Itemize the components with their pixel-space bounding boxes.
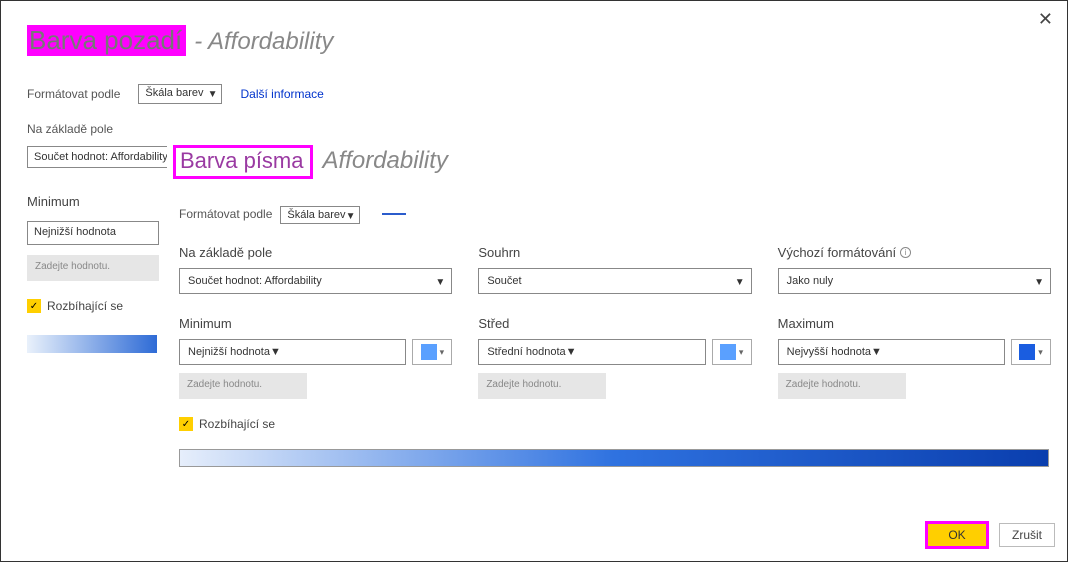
diverging-checkbox-front[interactable]: ✓ [179,417,193,431]
chevron-down-icon: ▼ [435,277,445,288]
center-label: Střed [478,316,751,331]
gradient-preview-front [179,449,1049,467]
chevron-down-icon: ▼ [346,211,356,222]
dialog-title-back: Barva pozadí [27,25,186,56]
ok-button[interactable]: OK [925,521,989,549]
default-format-select[interactable]: Jako nuly ▼ [778,268,1051,294]
maximum-input[interactable]: Zadejte hodnotu. [778,373,906,399]
maximum-label: Maximum [778,316,1051,331]
format-by-label-front: Formátovat podle [179,207,272,221]
chevron-down-icon: ▾ [440,347,445,358]
chevron-down-icon: ▼ [208,89,218,100]
diverging-label-back: Rozbíhající se [47,299,123,313]
dialog-subtitle-back: - Affordability [194,28,333,56]
dialog-subtitle-front: Affordability [323,147,448,175]
diverging-label-front: Rozbíhající se [199,417,275,431]
dialog-title-front: Barva písma [173,145,313,179]
based-on-select-front[interactable]: Součet hodnot: Affordability ▼ [179,268,452,294]
center-input[interactable]: Zadejte hodnotu. [478,373,606,399]
format-by-select-front[interactable]: Škála barev ▼ [280,206,360,224]
close-icon[interactable]: ✕ [1038,9,1053,30]
chevron-down-icon: ▼ [871,346,882,358]
color-swatch-icon [720,344,736,360]
maximum-select[interactable]: Nejvyšší hodnota ▼ [778,339,1005,365]
diverging-checkbox-back[interactable]: ✓ [27,299,41,313]
center-select[interactable]: Střední hodnota ▼ [478,339,705,365]
format-by-select-back[interactable]: Škála barev ▼ [138,84,222,104]
minimum-input-back[interactable]: Zadejte hodnotu. [27,255,159,281]
maximum-color-picker[interactable]: ▾ [1011,339,1051,365]
color-swatch-icon [1019,344,1035,360]
chevron-down-icon: ▼ [270,346,281,358]
minimum-input-front[interactable]: Zadejte hodnotu. [179,373,307,399]
minimum-label-front: Minimum [179,316,452,331]
cancel-button[interactable]: Zrušit [999,523,1055,547]
default-format-label: Výchozí formátování i [778,245,1051,260]
dialog-font-color: Barva písma Affordability Formátovat pod… [167,135,1061,555]
chevron-down-icon: ▾ [1038,347,1043,358]
based-on-label-front: Na základě pole [179,245,452,260]
minimum-select-front[interactable]: Nejnižší hodnota ▼ [179,339,406,365]
summary-select[interactable]: Součet ▼ [478,268,751,294]
chevron-down-icon: ▼ [566,346,577,358]
minimum-select-back[interactable]: Nejnižší hodnota [27,221,159,245]
based-on-label-back: Na základě pole [27,122,1043,136]
chevron-down-icon: ▼ [1034,277,1044,288]
more-info-link-front[interactable] [382,213,406,215]
gradient-preview-back [27,335,157,353]
more-info-link-back[interactable]: Další informace [240,87,323,101]
chevron-down-icon: ▾ [739,347,744,358]
summary-label: Souhrn [478,245,751,260]
minimum-color-picker[interactable]: ▾ [412,339,452,365]
color-swatch-icon [421,344,437,360]
info-icon[interactable]: i [900,247,911,258]
center-color-picker[interactable]: ▾ [712,339,752,365]
format-by-label-back: Formátovat podle [27,87,120,101]
chevron-down-icon: ▼ [735,277,745,288]
